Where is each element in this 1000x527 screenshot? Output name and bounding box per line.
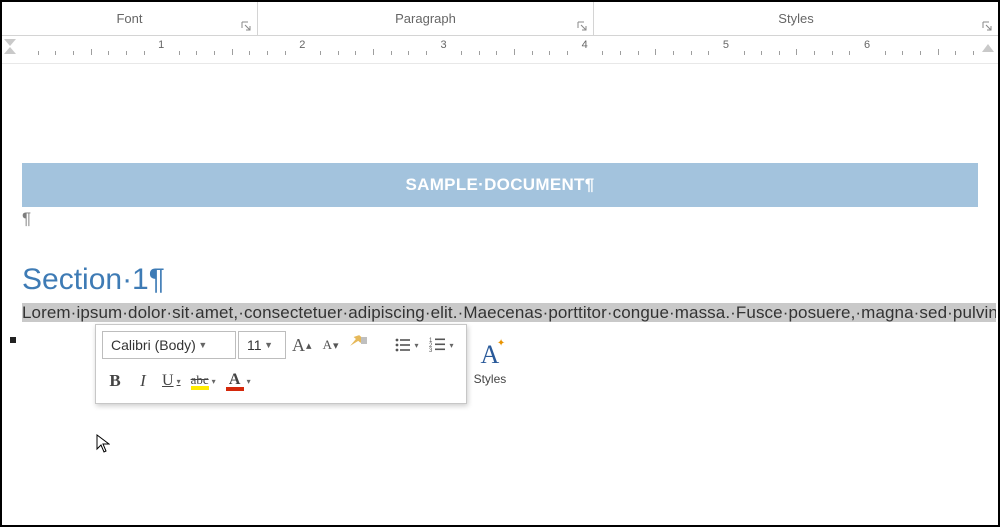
- styles-button[interactable]: A✦ Styles: [474, 329, 507, 397]
- numbering-button[interactable]: 123: [425, 331, 458, 359]
- font-name-combo[interactable]: Calibri (Body) ▼: [102, 331, 236, 359]
- selected-text[interactable]: Lorem·ipsum·dolor·sit·amet,·consectetuer…: [22, 303, 996, 322]
- ribbon-group-paragraph-label: Paragraph: [395, 11, 456, 26]
- ruler-number: 2: [299, 39, 305, 51]
- indent-markers-icon[interactable]: [4, 39, 16, 55]
- shrink-font-button[interactable]: A▾: [318, 331, 344, 359]
- svg-text:3: 3: [429, 348, 433, 354]
- ribbon-group-font-label: Font: [116, 11, 142, 26]
- grow-font-button[interactable]: A▴: [288, 331, 316, 359]
- font-name-value: Calibri (Body): [111, 337, 196, 353]
- ribbon-group-styles-label: Styles: [778, 11, 813, 26]
- body-paragraph[interactable]: Lorem·ipsum·dolor·sit·amet,·consectetuer…: [22, 301, 978, 324]
- italic-button[interactable]: I: [130, 367, 156, 395]
- ribbon-group-styles: Styles: [594, 2, 998, 35]
- bullets-button[interactable]: [390, 331, 423, 359]
- horizontal-ruler[interactable]: 1 2 3 4 5 6: [2, 36, 998, 64]
- mini-toolbar: Calibri (Body) ▼ 11 ▼ A▴ A▾ B I U: [95, 324, 467, 404]
- underline-button[interactable]: U: [158, 367, 185, 395]
- styles-dialog-launcher-icon[interactable]: [980, 19, 994, 33]
- ruler-number: 4: [582, 39, 588, 51]
- font-size-combo[interactable]: 11 ▼: [238, 331, 286, 359]
- document-area[interactable]: SAMPLE·DOCUMENT¶ ¶ Section·1¶ Lorem·ipsu…: [4, 65, 996, 523]
- highlight-color-button[interactable]: abc: [187, 367, 220, 395]
- font-color-button[interactable]: A: [222, 367, 255, 395]
- right-indent-marker-icon[interactable]: [982, 44, 994, 52]
- document-title-banner[interactable]: SAMPLE·DOCUMENT¶: [22, 163, 978, 207]
- ruler-number: 5: [723, 39, 729, 51]
- ruler-number: 3: [440, 39, 446, 51]
- paragraph-dialog-launcher-icon[interactable]: [575, 19, 589, 33]
- anchor-marker-icon: [10, 337, 16, 343]
- ribbon-group-labels: Font Paragraph Styles: [2, 2, 998, 36]
- sparkle-icon: ✦: [497, 338, 505, 349]
- chevron-down-icon[interactable]: ▼: [262, 340, 276, 350]
- bold-button[interactable]: B: [102, 367, 128, 395]
- ribbon-group-paragraph: Paragraph: [258, 2, 594, 35]
- heading-section-1[interactable]: Section·1¶: [22, 263, 978, 297]
- format-painter-button[interactable]: [346, 331, 374, 359]
- chevron-down-icon[interactable]: ▼: [196, 340, 210, 350]
- font-size-value: 11: [247, 337, 262, 353]
- ruler-number: 1: [158, 39, 164, 51]
- font-dialog-launcher-icon[interactable]: [239, 19, 253, 33]
- ribbon-group-font: Font: [2, 2, 258, 35]
- ruler-number: 6: [864, 39, 870, 51]
- empty-paragraph-mark[interactable]: ¶: [22, 209, 978, 229]
